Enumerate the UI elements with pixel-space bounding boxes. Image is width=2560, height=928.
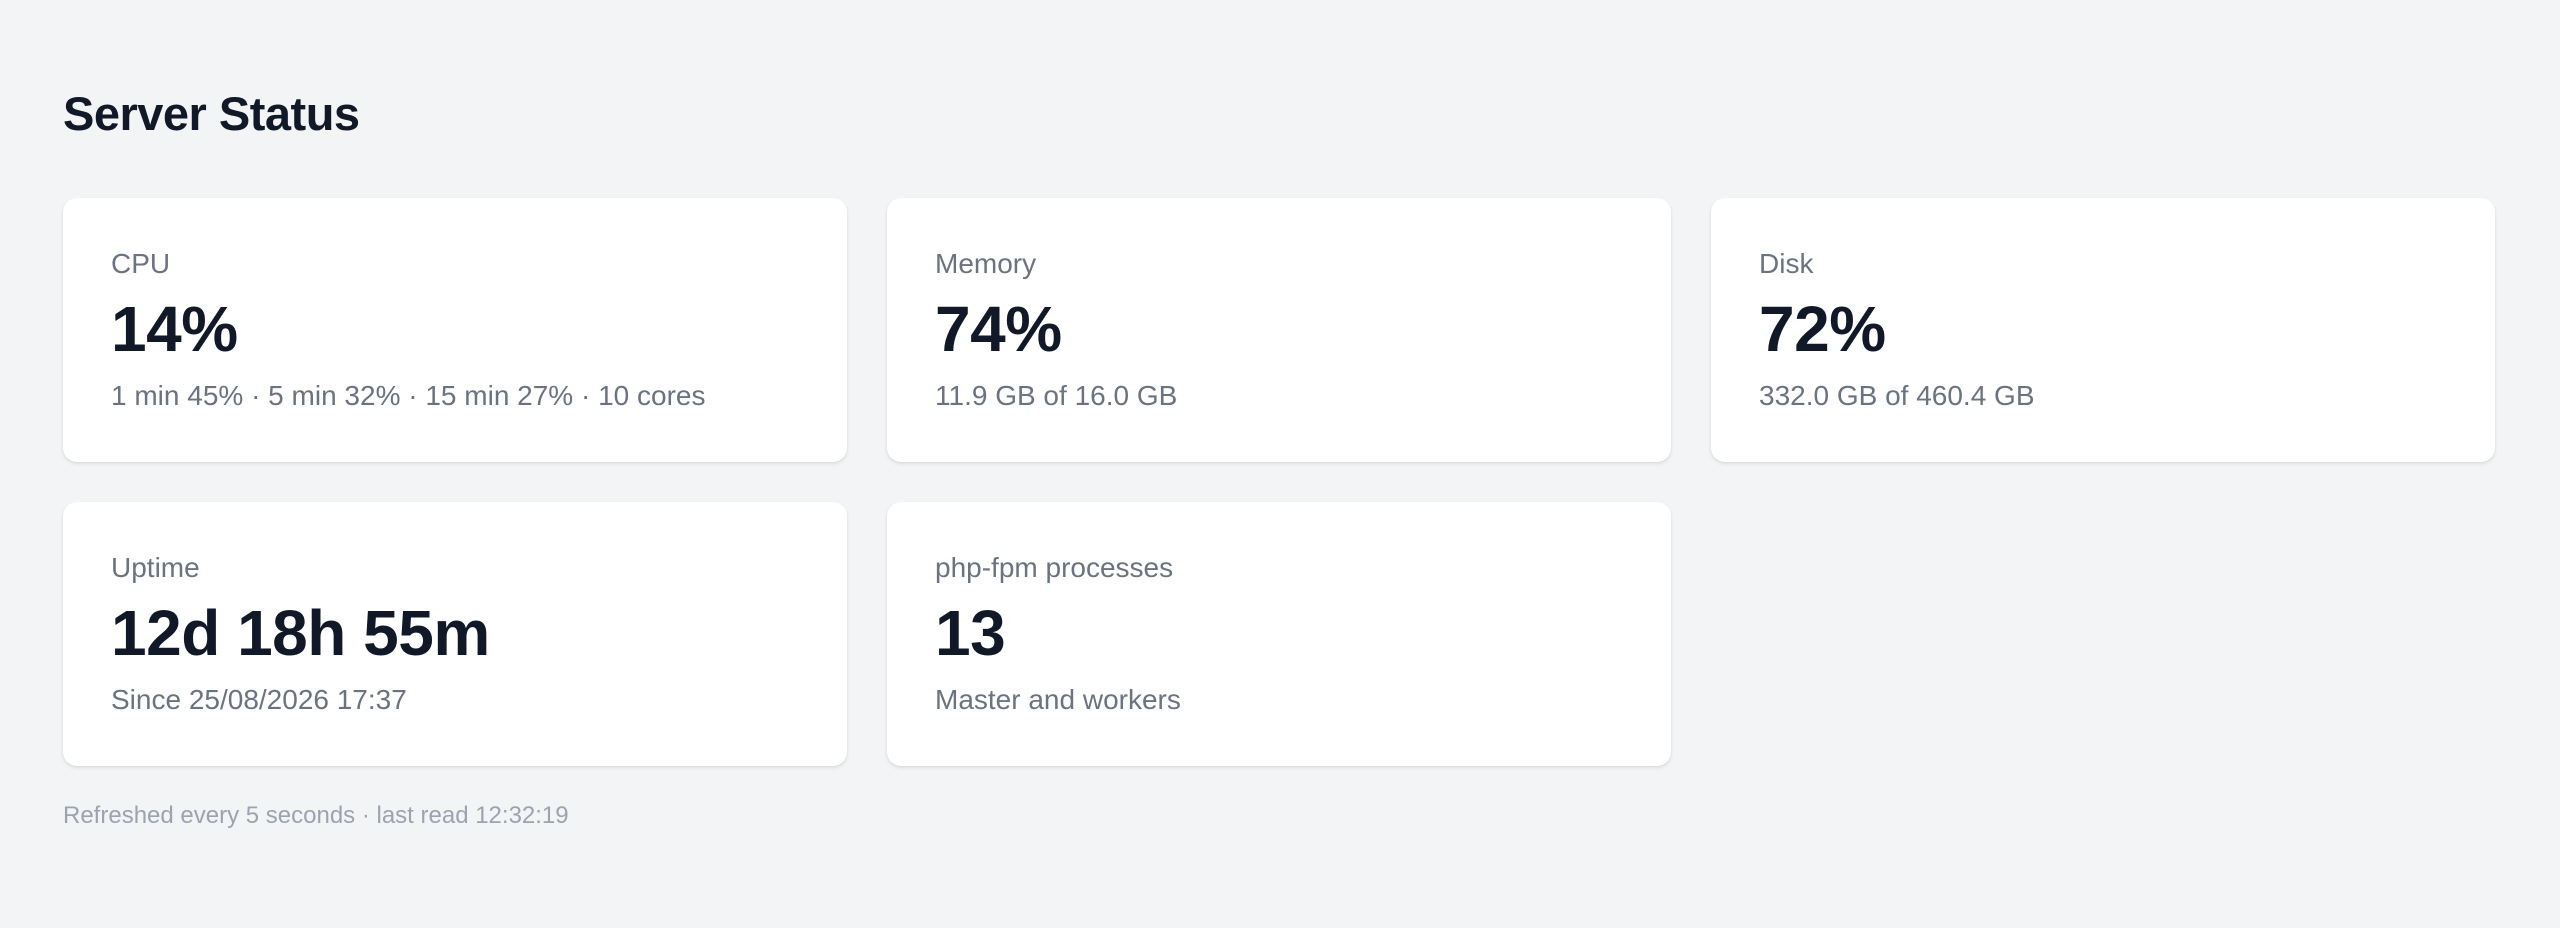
cpu-load-averages: 1 min 45% · 5 min 32% · 15 min 27% · 10 … [111, 380, 706, 411]
php-fpm-value: 13 [935, 597, 1006, 669]
disk-label: Disk [1759, 248, 1814, 279]
disk-usage-detail: 332.0 GB of 460.4 GB [1759, 380, 2035, 411]
uptime-label: Uptime [111, 552, 200, 583]
php-fpm-label: php-fpm processes [935, 552, 1174, 583]
disk-value: 72% [1759, 293, 1886, 365]
server-status-page: Server Status CPU 14% 1 min 45% · 5 min … [0, 0, 2560, 928]
uptime-value: 12d 18h 55m [111, 597, 490, 669]
cpu-label: CPU [111, 248, 171, 279]
page-title: Server Status [63, 87, 360, 140]
uptime-since: Since 25/08/2026 17:37 [111, 684, 407, 715]
memory-card: Memory 74% 11.9 GB of 16.0 GB [887, 198, 1671, 462]
disk-card: Disk 72% 332.0 GB of 460.4 GB [1711, 198, 2495, 462]
uptime-card: Uptime 12d 18h 55m Since 25/08/2026 17:3… [63, 502, 847, 766]
cpu-value: 14% [111, 293, 238, 365]
php-fpm-card: php-fpm processes 13 Master and workers [887, 502, 1671, 766]
php-fpm-detail: Master and workers [935, 684, 1181, 715]
memory-usage-detail: 11.9 GB of 16.0 GB [935, 380, 1178, 411]
memory-label: Memory [935, 248, 1037, 279]
refresh-note: Refreshed every 5 seconds · last read 12… [63, 802, 569, 829]
status-cards-grid: CPU 14% 1 min 45% · 5 min 32% · 15 min 2… [63, 198, 2497, 766]
memory-value: 74% [935, 293, 1062, 365]
cpu-card: CPU 14% 1 min 45% · 5 min 32% · 15 min 2… [63, 198, 847, 462]
